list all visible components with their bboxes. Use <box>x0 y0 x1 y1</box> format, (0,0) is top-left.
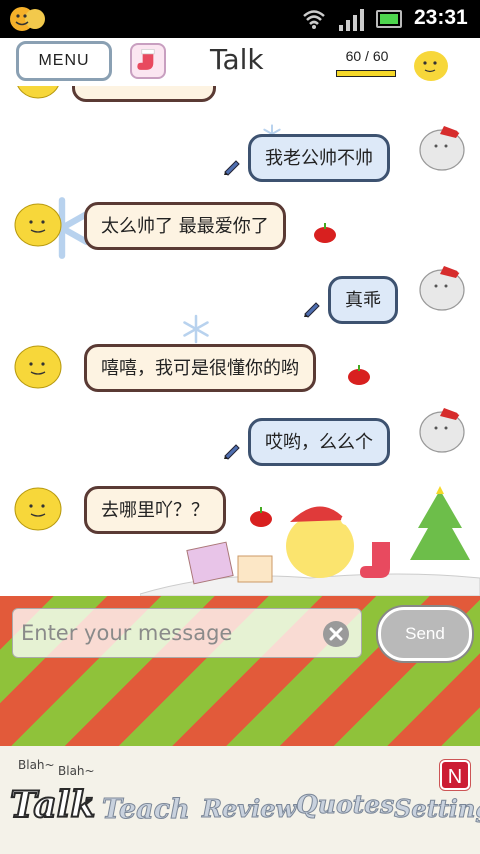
page-title: Talk <box>210 43 264 76</box>
stocking-icon <box>137 49 155 70</box>
chat-bubble-bot: 太么帅了 最最爱你了 <box>84 202 286 250</box>
chat-bubble-user: 我老公帅不帅 <box>248 134 390 182</box>
tab-teach[interactable]: Teach <box>102 794 191 826</box>
tab-setting[interactable]: Setting <box>393 794 480 824</box>
bot-avatar-icon <box>14 203 62 247</box>
tab-review[interactable]: Review <box>201 794 296 824</box>
composer-area: Enter your message Send <box>0 596 480 746</box>
blah-label: Blah~ <box>58 764 95 778</box>
battery-icon <box>376 10 402 28</box>
user-avatar-icon <box>419 408 465 453</box>
edit-pencil-icon[interactable] <box>222 156 242 176</box>
signal-icon <box>339 9 364 31</box>
energy-count: 60 / 60 <box>345 48 389 64</box>
snowflake-icon <box>183 314 209 344</box>
edit-pencil-icon[interactable] <box>222 440 242 460</box>
message-input[interactable]: Enter your message <box>12 608 362 658</box>
menu-button[interactable]: MENU <box>16 41 112 81</box>
bottom-nav: Blah~ Blah~ Talk Teach Review Quotes Set… <box>0 746 480 854</box>
apple-icon[interactable] <box>346 362 372 386</box>
user-avatar-icon <box>419 126 465 171</box>
apple-icon[interactable] <box>312 220 338 244</box>
christmas-decoration <box>140 486 480 596</box>
stocking-button[interactable] <box>130 43 166 79</box>
bot-avatar-icon <box>14 487 62 531</box>
energy-bar <box>336 70 396 77</box>
simsimi-notification-icon <box>10 7 45 31</box>
app-header: MENU Talk 60 / 60 <box>0 38 480 86</box>
chat-bubble-user: 哎哟，么么个 <box>248 418 390 466</box>
clock: 23:31 <box>414 6 468 29</box>
blah-label: Blah~ <box>18 758 55 772</box>
tab-quotes[interactable]: Quotes <box>295 790 394 820</box>
new-notification-badge[interactable]: N <box>440 760 470 790</box>
chat-bubble-bot: 嘻嘻，我可是很懂你的哟 <box>84 344 316 392</box>
edit-pencil-icon[interactable] <box>302 298 322 318</box>
chat-area[interactable]: 我老公帅不帅 太么帅了 最最爱你了 真乖 嘻嘻，我可是很懂你的哟 哎哟，么么个 <box>0 86 480 596</box>
chat-bubble-user: 真乖 <box>328 276 398 324</box>
chat-bubble-bot-clipped <box>72 86 216 102</box>
bot-avatar-icon <box>14 345 62 389</box>
tab-talk[interactable]: Talk <box>9 783 96 827</box>
user-avatar-icon <box>419 266 465 311</box>
energy-bar-fill <box>337 71 395 76</box>
clear-input-icon[interactable] <box>322 620 350 648</box>
simsimi-chick-icon <box>414 51 448 81</box>
send-button[interactable]: Send <box>378 607 472 661</box>
wifi-icon <box>303 10 325 29</box>
status-bar: 23:31 <box>0 0 480 38</box>
bot-avatar-icon <box>17 86 59 99</box>
